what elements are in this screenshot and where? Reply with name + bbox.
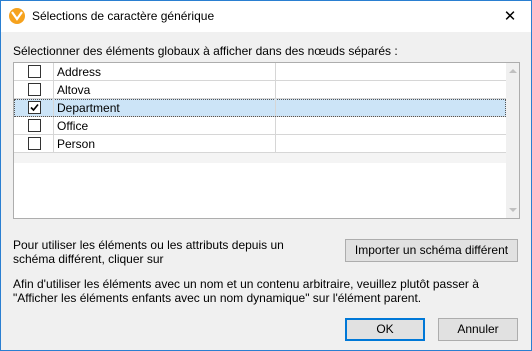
- cancel-button[interactable]: Annuler: [438, 318, 518, 341]
- element-checkbox-checked[interactable]: [28, 101, 41, 114]
- check-cell: [14, 81, 54, 98]
- table-row[interactable]: Office: [14, 117, 506, 135]
- check-cell: [14, 117, 54, 134]
- element-name: Person: [57, 137, 96, 151]
- dialog-window: Sélections de caractère générique ✕ Séle…: [0, 0, 532, 351]
- elements-table: Address Altova Department Office Person: [13, 62, 520, 219]
- check-cell: [14, 99, 54, 116]
- extra-cell: [276, 135, 506, 152]
- check-cell: [14, 63, 54, 80]
- vertical-scrollbar[interactable]: [506, 63, 519, 218]
- element-checkbox[interactable]: [28, 65, 41, 78]
- import-schema-button[interactable]: Importer un schéma différent: [345, 239, 518, 262]
- checkmark-icon: [30, 103, 39, 112]
- ok-button[interactable]: OK: [345, 318, 425, 341]
- check-cell: [14, 135, 54, 152]
- window-title: Sélections de caractère générique: [32, 9, 215, 23]
- table-row[interactable]: Address: [14, 63, 506, 81]
- extra-cell: [276, 81, 506, 98]
- dynamic-name-info-text: Afin d'utiliser les éléments avec un nom…: [13, 277, 479, 305]
- extra-cell: [276, 63, 506, 80]
- name-cell: Altova: [54, 81, 276, 98]
- table-row[interactable]: Altova: [14, 81, 506, 99]
- table-empty-row: [14, 153, 506, 163]
- table-row-selected[interactable]: Department: [14, 99, 506, 117]
- extra-cell: [276, 99, 506, 116]
- extra-cell: [276, 117, 506, 134]
- close-button[interactable]: ✕: [489, 1, 531, 32]
- element-name: Altova: [57, 83, 91, 97]
- name-cell: Department: [54, 99, 276, 116]
- name-cell: Office: [54, 117, 276, 134]
- import-info-text: Pour utiliser les éléments ou les attrib…: [13, 238, 284, 266]
- name-cell: Address: [54, 63, 276, 80]
- table-row[interactable]: Person: [14, 135, 506, 153]
- element-name: Address: [57, 65, 102, 79]
- element-checkbox[interactable]: [28, 119, 41, 132]
- element-name: Department: [57, 101, 120, 115]
- name-cell: Person: [54, 135, 276, 152]
- element-name: Office: [57, 119, 89, 133]
- element-checkbox[interactable]: [28, 83, 41, 96]
- element-checkbox[interactable]: [28, 137, 41, 150]
- scroll-down-icon[interactable]: [509, 208, 517, 212]
- title-bar: Sélections de caractère générique ✕: [1, 1, 531, 32]
- altova-logo-icon: [9, 8, 25, 24]
- scroll-up-icon[interactable]: [509, 69, 517, 73]
- instruction-label: Sélectionner des éléments globaux à affi…: [13, 44, 398, 58]
